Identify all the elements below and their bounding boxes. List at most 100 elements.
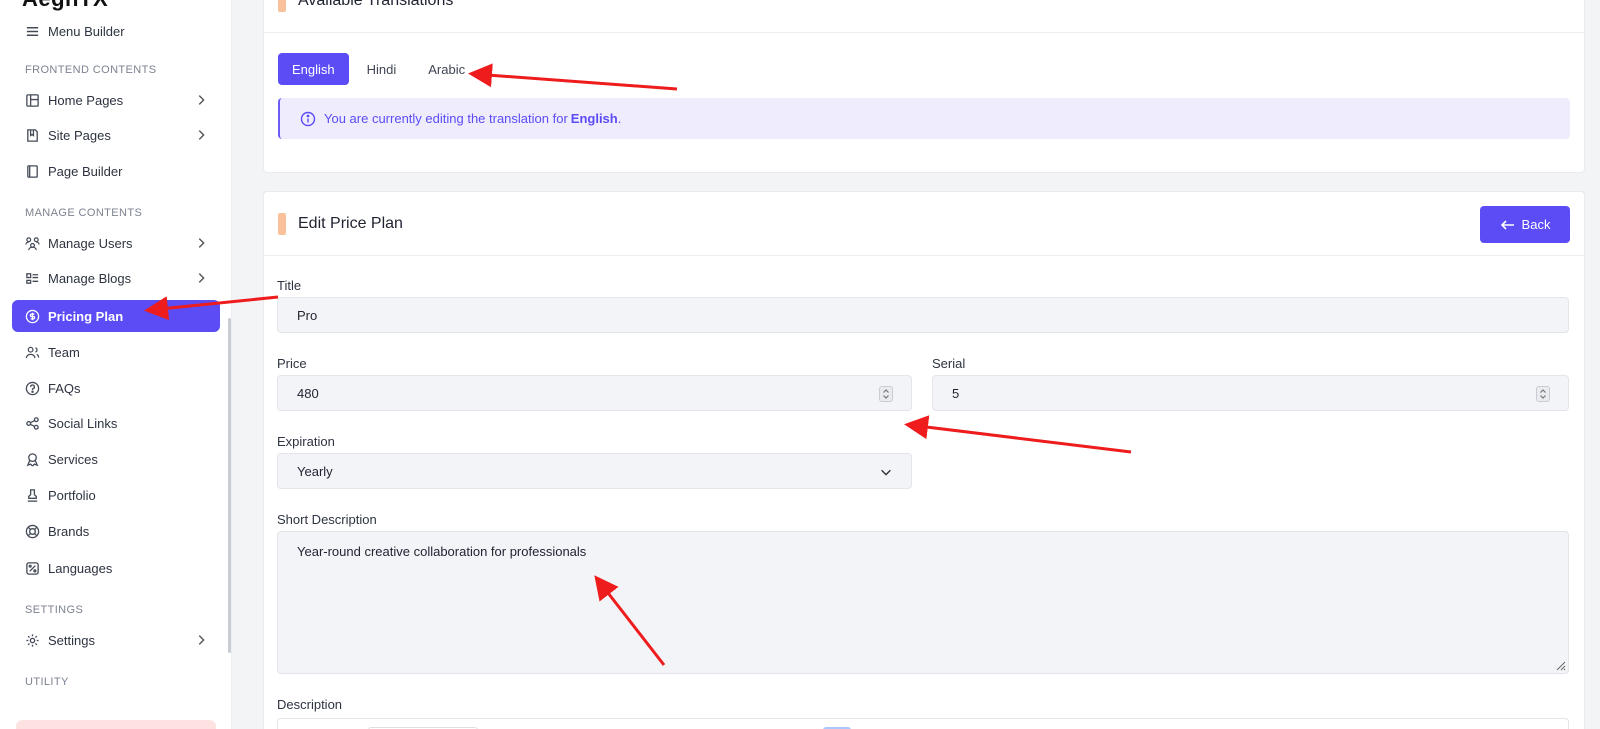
chevron-down-icon [881, 469, 891, 476]
sidebar-item-label: Social Links [48, 415, 118, 431]
expiration-value: Yearly [297, 463, 333, 479]
title-label: Title [277, 278, 302, 293]
translations-card: Available Translations English Hindi Ara… [263, 0, 1585, 173]
language-tabs: English Hindi Arabic [278, 53, 479, 85]
sidebar-item-label: FAQs [48, 380, 81, 396]
sidebar-item-label: Services [48, 451, 98, 467]
serial-stepper[interactable] [1536, 386, 1550, 402]
section-accent-bar [278, 212, 286, 235]
section-label-manage: MANAGE CONTENTS [25, 207, 143, 219]
sidebar-item-label: Brands [48, 523, 90, 539]
chevron-right-icon [198, 130, 205, 140]
sidebar-item-site-pages[interactable]: Site Pages [12, 119, 220, 151]
tab-english[interactable]: English [278, 53, 349, 85]
lifebuoy-icon [24, 523, 40, 539]
info-language: English [570, 111, 618, 126]
section-label-frontend: FRONTEND CONTENTS [25, 64, 157, 76]
up-down-icon [883, 389, 889, 399]
tab-hindi[interactable]: Hindi [353, 53, 411, 85]
sidebar-item-label: Home Pages [48, 92, 124, 108]
price-input[interactable]: 480 [277, 375, 912, 411]
chevron-right-icon [198, 95, 205, 105]
brand-logo: AegnTX [22, 0, 108, 12]
serial-input[interactable]: 5 [932, 375, 1569, 411]
sidebar-item-page-builder[interactable]: Page Builder [12, 155, 220, 187]
section-accent-bar [278, 0, 286, 12]
arrow-left-icon [1500, 219, 1514, 230]
description-editor[interactable] [277, 718, 1569, 729]
team-icon [24, 344, 40, 360]
logout-button[interactable] [16, 720, 216, 729]
chevron-right-icon [198, 635, 205, 645]
sidebar-item-faqs[interactable]: FAQs [12, 372, 220, 404]
sidebar-item-menu-builder[interactable]: Menu Builder [12, 15, 220, 47]
sidebar-item-portfolio[interactable]: Portfolio [12, 479, 220, 511]
serial-value: 5 [952, 385, 960, 401]
chevron-right-icon [198, 273, 205, 283]
sidebar-item-label: Portfolio [48, 487, 96, 503]
sidebar-item-label: Settings [48, 632, 95, 648]
sidebar-item-label: Manage Users [48, 235, 133, 251]
users-icon [24, 235, 40, 251]
title-value: Pro [297, 307, 318, 323]
section-label-utility: UTILITY [25, 676, 69, 688]
sidebar: AegnTX Menu Builder FRONTEND CONTENTS Ho… [0, 0, 232, 729]
gear-icon [24, 632, 40, 648]
description-label: Description [277, 697, 343, 712]
section-label-settings: SETTINGS [25, 604, 84, 616]
short-description-textarea[interactable]: Year-round creative collaboration for pr… [277, 531, 1569, 674]
page-icon [24, 163, 40, 179]
sidebar-item-manage-blogs[interactable]: Manage Blogs [12, 262, 220, 294]
sidebar-item-label: Team [48, 344, 80, 360]
sidebar-item-label: Languages [48, 560, 113, 576]
info-text: You are currently editing the translatio… [324, 111, 568, 126]
sidebar-item-label: Pricing Plan [48, 308, 124, 324]
book-icon [24, 127, 40, 143]
sidebar-item-pricing-plan[interactable]: Pricing Plan [12, 300, 220, 332]
award-icon [24, 451, 40, 467]
sidebar-scrollbar[interactable] [228, 318, 231, 653]
sidebar-item-label: Menu Builder [48, 23, 125, 39]
sidebar-item-label: Site Pages [48, 127, 111, 143]
chevron-right-icon [198, 238, 205, 248]
price-value: 480 [297, 385, 319, 401]
translations-title: Available Translations [298, 0, 454, 9]
price-label: Price [277, 356, 307, 371]
percent-badge-icon [24, 560, 40, 576]
title-input[interactable]: Pro [277, 297, 1569, 333]
dollar-circle-icon [24, 308, 40, 324]
sidebar-item-home-pages[interactable]: Home Pages [12, 84, 220, 116]
sidebar-item-languages[interactable]: Languages [12, 552, 220, 584]
stamp-icon [24, 487, 40, 503]
back-button[interactable]: Back [1480, 206, 1570, 243]
list-icon [24, 270, 40, 286]
resize-handle-icon[interactable] [1556, 661, 1566, 671]
sidebar-item-settings[interactable]: Settings [12, 624, 220, 656]
layout-icon [24, 92, 40, 108]
short-description-label: Short Description [277, 512, 377, 527]
info-suffix: . [617, 111, 622, 126]
short-description-value: Year-round creative collaboration for pr… [297, 544, 587, 559]
up-down-icon [1540, 389, 1546, 399]
share-icon [24, 415, 40, 431]
question-circle-icon [24, 380, 40, 396]
menu-icon [24, 23, 40, 39]
info-icon [300, 111, 316, 126]
edit-plan-card-header: Edit Price Plan Back [264, 192, 1584, 256]
sidebar-item-services[interactable]: Services [12, 443, 220, 475]
serial-label: Serial [932, 356, 966, 371]
sidebar-item-label: Manage Blogs [48, 270, 132, 286]
sidebar-item-brands[interactable]: Brands [12, 515, 220, 547]
expiration-select[interactable]: Yearly [277, 453, 912, 489]
translation-info-alert: You are currently editing the translatio… [278, 98, 1570, 139]
tab-arabic[interactable]: Arabic [414, 53, 479, 85]
sidebar-item-manage-users[interactable]: Manage Users [12, 227, 220, 259]
sidebar-item-label: Page Builder [48, 163, 123, 179]
sidebar-item-social-links[interactable]: Social Links [12, 407, 220, 439]
edit-plan-title: Edit Price Plan [298, 214, 403, 232]
sidebar-item-team[interactable]: Team [12, 336, 220, 368]
price-stepper[interactable] [879, 386, 893, 402]
translations-card-header: Available Translations [264, 0, 1584, 33]
expiration-label: Expiration [277, 434, 335, 449]
back-button-label: Back [1521, 217, 1551, 232]
